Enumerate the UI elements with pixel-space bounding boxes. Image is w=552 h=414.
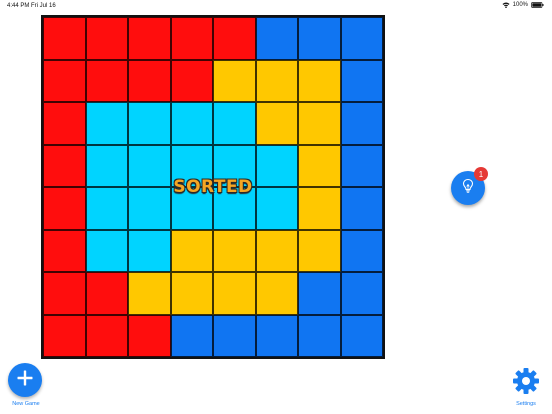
board-cell[interactable] [298,102,341,145]
hint-count-badge: 1 [474,167,488,181]
board-cell[interactable] [128,229,171,272]
board-cell[interactable] [255,102,298,145]
board-cell[interactable] [170,187,213,230]
battery-icon [531,2,544,8]
board-cell[interactable] [43,144,86,187]
board-cell[interactable] [43,229,86,272]
board-cell[interactable] [43,272,86,315]
board-cell[interactable] [255,272,298,315]
board-cell[interactable] [128,59,171,102]
board-cell[interactable] [213,229,256,272]
status-time: 4:44 PM [7,3,30,9]
board-cell[interactable] [128,17,171,60]
board-cell[interactable] [213,102,256,145]
settings-button[interactable] [511,366,541,396]
board-cell[interactable] [85,229,128,272]
board-cell[interactable] [255,17,298,60]
board-cell[interactable] [255,144,298,187]
status-date: Fri Jul 16 [31,3,56,9]
board-cell[interactable] [340,144,383,187]
board-cell[interactable] [213,17,256,60]
board-cell[interactable] [298,187,341,230]
board-cell[interactable] [298,229,341,272]
board-cell[interactable] [170,102,213,145]
board-cell[interactable] [85,272,128,315]
board-cell[interactable] [128,102,171,145]
board-cell[interactable] [43,17,86,60]
settings-label[interactable]: Settings [508,401,544,407]
board-cell[interactable] [128,187,171,230]
board-cell[interactable] [298,59,341,102]
board-cell[interactable] [340,314,383,357]
board-cell[interactable] [128,272,171,315]
board-cell[interactable] [340,17,383,60]
board-cell[interactable] [255,59,298,102]
board-cell[interactable] [298,17,341,60]
board-cell[interactable] [43,314,86,357]
board-cell[interactable] [128,144,171,187]
lightbulb-icon [461,178,475,199]
board-cell[interactable] [298,314,341,357]
board-cell[interactable] [85,102,128,145]
board-cell[interactable] [213,144,256,187]
board-cell[interactable] [213,59,256,102]
board-cell[interactable] [213,187,256,230]
new-game-button[interactable] [8,363,42,397]
board-cell[interactable] [340,229,383,272]
board-cell[interactable] [255,229,298,272]
game-board [41,15,385,359]
board-cell[interactable] [85,314,128,357]
board-cell[interactable] [43,59,86,102]
board-cell[interactable] [170,314,213,357]
wifi-icon [502,2,510,8]
status-indicators: 100% [502,2,544,8]
board-cell[interactable] [170,272,213,315]
board-cell[interactable] [170,144,213,187]
new-game-label[interactable]: New Game [6,401,46,407]
board-cell[interactable] [85,17,128,60]
board-cell[interactable] [340,102,383,145]
status-bar: 4:44 PM Fri Jul 16 100% [0,0,552,12]
board-cell[interactable] [43,187,86,230]
board-cell[interactable] [85,144,128,187]
board-cell[interactable] [170,229,213,272]
board-cell[interactable] [213,272,256,315]
board-cell[interactable] [170,17,213,60]
board-cell[interactable] [298,144,341,187]
board-cell[interactable] [340,272,383,315]
board-cell[interactable] [298,272,341,315]
board-cell[interactable] [170,59,213,102]
board-cell[interactable] [340,187,383,230]
board-cell[interactable] [255,187,298,230]
board-cell[interactable] [255,314,298,357]
board-cell[interactable] [213,314,256,357]
gear-icon [511,368,541,400]
board-cell[interactable] [43,102,86,145]
plus-icon [16,369,34,392]
board-cell[interactable] [85,187,128,230]
board-cell[interactable] [85,59,128,102]
board-cell[interactable] [340,59,383,102]
board-cell[interactable] [128,314,171,357]
battery-percent: 100% [512,2,528,8]
